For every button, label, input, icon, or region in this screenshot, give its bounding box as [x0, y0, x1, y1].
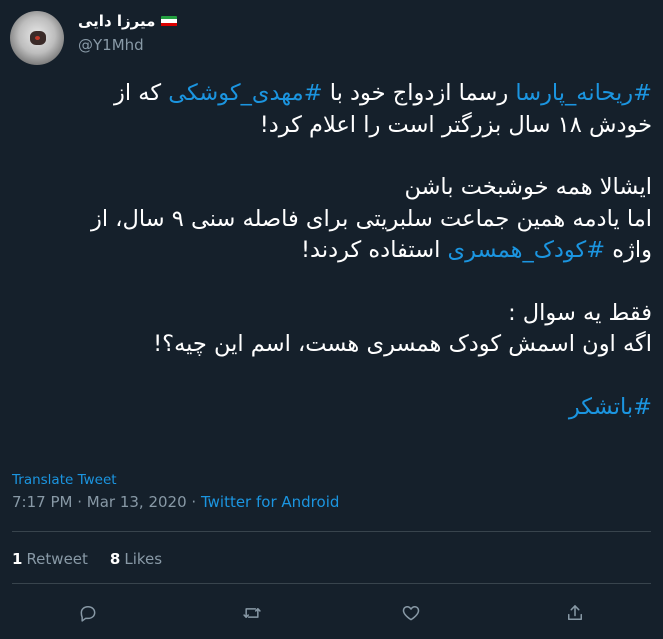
divider — [12, 583, 651, 584]
hashtag-link[interactable]: #باتشکر — [569, 394, 652, 420]
retweet-button[interactable] — [237, 598, 267, 628]
heart-icon — [402, 606, 420, 621]
tweet-meta: 7:17 PM · Mar 13, 2020 · Twitter for And… — [12, 493, 339, 511]
tweet-text-segment: که از — [114, 80, 169, 106]
hashtag-link[interactable]: #کودک_همسری — [447, 237, 605, 263]
avatar[interactable] — [10, 11, 64, 65]
author-display-name[interactable]: میرزا دایی — [78, 12, 155, 30]
tweet-line-4: اما یادمه همین جماعت سلبریتی برای فاصله … — [90, 205, 652, 232]
tweet-time[interactable]: 7:17 PM — [12, 493, 72, 511]
tweet-source-link[interactable]: Twitter for Android — [201, 493, 339, 511]
meta-separator: · — [72, 493, 87, 511]
tweet-line-6: فقط یه سوال : — [508, 299, 652, 326]
iran-flag-icon — [161, 15, 178, 27]
tweet-line-1: #ریحانه_پارسا رسما ازدواج خود با #مهدی_ک… — [12, 78, 652, 110]
tweet-line-7: اگه اون اسمش کودک همسری هست، اسم این چیه… — [153, 331, 652, 357]
likes-count: 8 — [109, 550, 121, 568]
tweet-text: #ریحانه_پارسا رسما ازدواج خود با #مهدی_ک… — [12, 78, 652, 423]
author-handle[interactable]: @Y1Mhd — [78, 36, 144, 54]
likes-stat[interactable]: 8 Likes — [110, 550, 162, 568]
like-button[interactable] — [396, 598, 426, 628]
retweets-stat[interactable]: 1 Retweet — [12, 550, 88, 568]
tweet-text-segment: استفاده کردند! — [301, 237, 448, 263]
likes-label: Likes — [124, 550, 163, 568]
tweet-line-3: ایشالا همه خوشبخت باشن — [404, 174, 652, 200]
divider — [12, 531, 651, 532]
reply-button[interactable] — [73, 598, 103, 628]
author-name-row: میرزا دایی — [78, 10, 178, 32]
share-button[interactable] — [560, 598, 590, 628]
tweet-line-2: خودش ۱۸ سال بزرگتر است را اعلام کرد! — [259, 111, 652, 138]
hashtag-link[interactable]: #ریحانه_پارسا — [515, 80, 652, 106]
tweet-line-8: #باتشکر — [12, 392, 652, 424]
retweets-count: 1 — [12, 550, 23, 568]
translate-tweet-link[interactable]: Translate Tweet — [12, 472, 117, 488]
tweet-date[interactable]: Mar 13, 2020 — [87, 493, 187, 511]
share-icon — [568, 605, 582, 620]
meta-separator: · — [186, 493, 201, 511]
retweet-icon — [243, 608, 261, 618]
tweet-stats: 1 Retweet 8 Likes — [12, 550, 162, 568]
hashtag-link[interactable]: #مهدی_کوشکی — [168, 80, 322, 106]
tweet-actions — [0, 598, 663, 628]
tweet-line-5: واژه #کودک_همسری استفاده کردند! — [12, 235, 652, 267]
tweet-text-segment: واژه — [605, 237, 652, 263]
retweets-label: Retweet — [26, 550, 88, 568]
reply-icon — [80, 606, 96, 622]
tweet-text-segment: رسما ازدواج خود با — [322, 80, 516, 106]
